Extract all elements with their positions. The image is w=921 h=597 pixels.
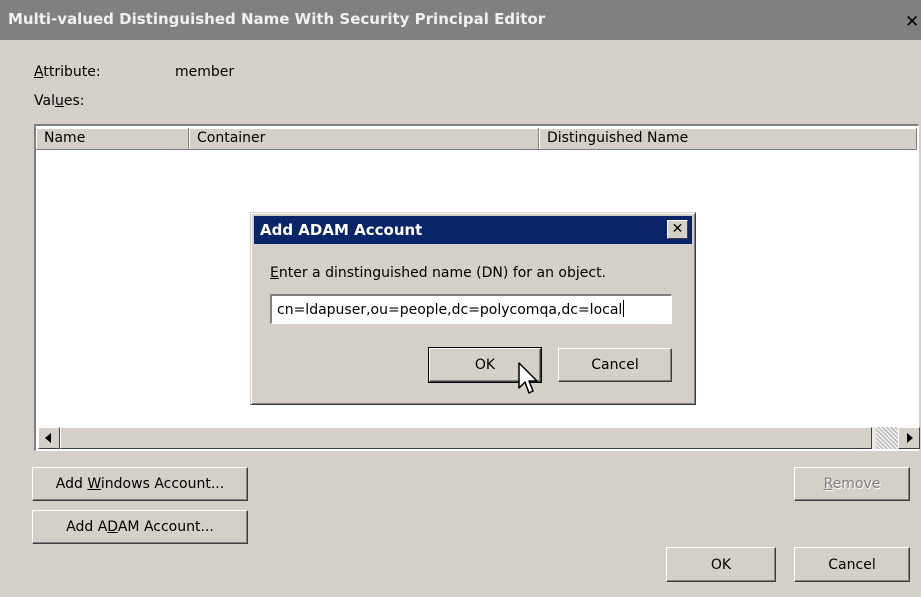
dn-input[interactable]: cn=ldapuser,ou=people,dc=polycomqa,dc=lo… — [270, 294, 672, 324]
scroll-left-button[interactable] — [38, 427, 60, 449]
add-adam-account-dialog: Add ADAM Account ✕ Enter a dinstinguishe… — [250, 212, 696, 405]
scroll-left-arrow-icon — [45, 433, 51, 443]
cancel-button[interactable]: Cancel — [794, 547, 910, 582]
scroll-right-arrow-icon — [907, 433, 913, 443]
dialog-close-button[interactable]: ✕ — [667, 220, 688, 239]
attribute-label: Attribute: — [34, 64, 101, 80]
column-header-container[interactable]: Container — [189, 128, 539, 150]
window-title: Multi-valued Distinguished Name With Sec… — [8, 10, 546, 28]
attribute-value: member — [175, 64, 235, 80]
scroll-right-button[interactable] — [898, 427, 920, 449]
add-windows-account-button[interactable]: Add Windows Account... — [32, 467, 248, 501]
values-label: Values: — [34, 93, 85, 109]
scrollbar-track[interactable] — [876, 427, 898, 449]
dialog-cancel-button[interactable]: Cancel — [558, 348, 672, 382]
mouse-pointer-icon — [518, 362, 538, 394]
column-header-name[interactable]: Name — [36, 128, 189, 150]
scrollbar-thumb[interactable] — [60, 427, 872, 449]
dialog-title-bar[interactable]: Add ADAM Account ✕ — [254, 216, 692, 244]
remove-button[interactable]: Remove — [794, 467, 910, 501]
column-header-distinguished-name[interactable]: Distinguished Name — [539, 128, 917, 150]
add-adam-account-button[interactable]: Add ADAM Account... — [32, 510, 248, 544]
ok-button[interactable]: OK — [666, 547, 776, 582]
text-caret — [623, 300, 625, 317]
horizontal-scrollbar[interactable] — [38, 427, 920, 449]
dn-prompt-label: Enter a dinstinguished name (DN) for an … — [270, 265, 607, 281]
close-icon: ✕ — [671, 221, 684, 237]
close-icon[interactable]: ✕ — [905, 14, 919, 31]
main-title-bar[interactable]: Multi-valued Distinguished Name With Sec… — [0, 0, 921, 40]
dialog-title: Add ADAM Account — [260, 221, 423, 239]
